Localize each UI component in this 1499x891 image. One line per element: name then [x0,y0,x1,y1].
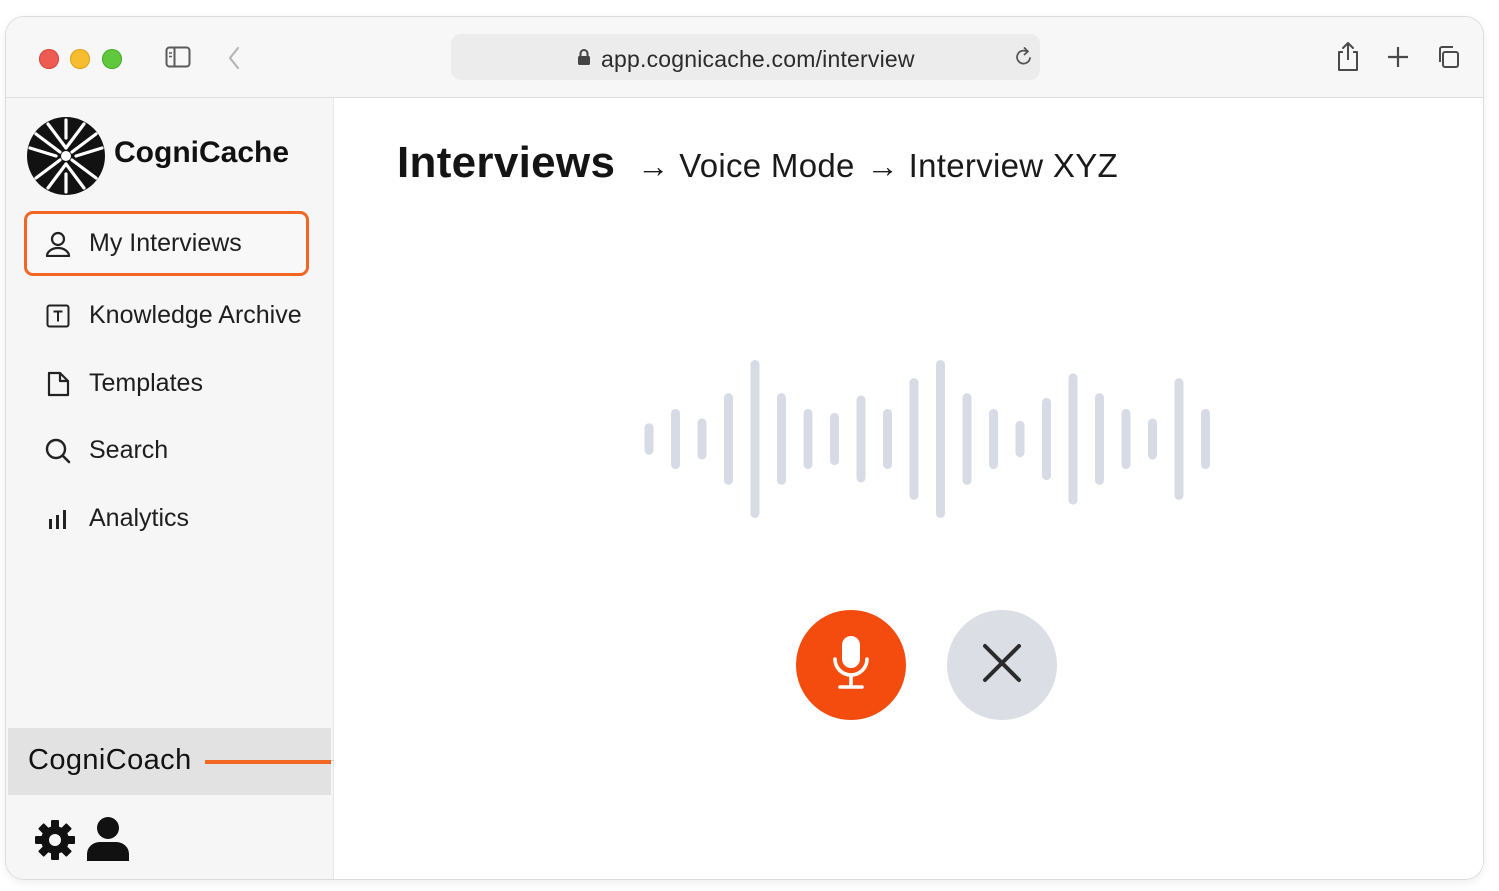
waveform-bar [856,395,866,483]
waveform-bar [830,412,839,466]
back-chevron-icon[interactable] [226,45,242,71]
waveform-bar [803,408,813,470]
waveform-bar [724,393,733,485]
waveform-bar [671,408,680,470]
sidebar-item-label: My Interviews [89,229,242,257]
waveform-bar [962,393,972,485]
user-icon [45,231,71,257]
document-icon [45,371,71,397]
sidebar-item-label: Knowledge Archive [89,301,302,329]
plus-icon[interactable] [1387,46,1409,68]
sidebar-item-analytics[interactable]: Analytics [24,486,309,551]
waveform-bar [644,423,654,455]
sidebar-item-knowledge-archive[interactable]: Knowledge Archive [24,283,309,348]
share-icon[interactable] [1335,40,1361,72]
sidebar: CogniCache My Interviews Knowledge Archi… [6,98,334,879]
sidebar-item-label: Templates [89,369,203,397]
bar-chart-icon [45,506,71,532]
gear-icon[interactable] [34,819,76,861]
microphone-icon [831,634,871,697]
waveform-bar [883,408,892,470]
waveform-bar [909,378,919,500]
waveform-bar [1121,408,1131,470]
cognicoach-section[interactable]: CogniCoach [8,728,331,795]
url-text: app.cognicache.com/interview [601,46,915,72]
sidebar-item-my-interviews[interactable]: My Interviews [24,211,309,276]
waveform-bar [1095,393,1104,485]
address-bar[interactable]: app.cognicache.com/interview [451,34,1040,80]
cognicache-logo-icon[interactable] [26,116,106,196]
close-icon [982,643,1022,688]
waveform-bar [777,393,786,485]
waveform-bar [750,360,760,518]
waveform-bar [989,408,998,470]
waveform-bar [936,360,945,518]
close-window-button[interactable] [39,49,59,69]
waveform-bar [1201,408,1210,470]
waveform-bar [1015,420,1025,458]
waveform-bar [1148,418,1157,460]
minimize-window-button[interactable] [70,49,90,69]
lock-icon [577,48,591,66]
main-content: Interviews → Voice Mode → Interview XYZ [334,98,1483,879]
waveform-bar [1042,397,1051,481]
sidebar-item-label: Search [89,436,169,464]
sidebar-item-templates[interactable]: Templates [24,351,309,416]
waveform-bar [697,418,707,460]
end-interview-button[interactable] [947,610,1057,720]
browser-window: app.cognicache.com/interview CogniCache … [6,17,1483,879]
brand-name: CogniCache [114,136,290,169]
text-box-icon [45,303,71,329]
search-icon [45,438,71,464]
voice-waveform [644,360,1210,518]
waveform-bar [1068,373,1078,505]
maximize-window-button[interactable] [102,49,122,69]
sidebar-item-label: Analytics [89,504,190,532]
cognicoach-label: CogniCoach [28,744,192,776]
reload-icon[interactable] [1014,46,1034,68]
tabs-icon[interactable] [1436,45,1460,69]
browser-toolbar: app.cognicache.com/interview [6,17,1483,98]
microphone-button[interactable] [796,610,906,720]
waveform-bar [1174,378,1184,500]
profile-icon[interactable] [86,816,130,862]
sidebar-item-search[interactable]: Search [24,418,309,483]
cognicoach-indicator-line [205,760,331,764]
sidebar-toggle-icon[interactable] [164,45,192,69]
